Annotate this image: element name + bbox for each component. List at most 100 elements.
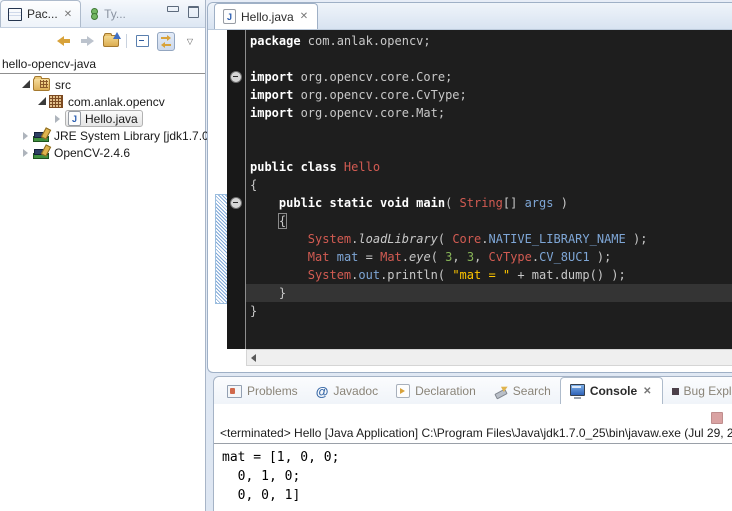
tab-bug-explorer[interactable]: Bug Explorer bbox=[663, 378, 732, 404]
terminate-button[interactable] bbox=[711, 412, 723, 424]
console-panel: Problems @ Javadoc Declaration Search Console… bbox=[213, 376, 732, 511]
back-icon bbox=[57, 36, 70, 46]
console-view: <terminated> Hello [Java Application] C:… bbox=[214, 404, 732, 511]
eclipse-workbench: Pac... ✕ Ty... bbox=[0, 0, 732, 511]
code-line[interactable] bbox=[250, 140, 732, 158]
code-area[interactable]: package com.anlak.opencv; import org.open… bbox=[246, 30, 732, 349]
code-line[interactable]: Mat mat = Mat.eye( 3, 3, CvType.CV_8UC1 … bbox=[250, 248, 732, 266]
code-line[interactable]: System.loadLibrary( Core.NATIVE_LIBRARY_… bbox=[250, 230, 732, 248]
code-line[interactable] bbox=[250, 122, 732, 140]
tab-javadoc[interactable]: @ Javadoc bbox=[307, 378, 387, 404]
collapse-all-icon bbox=[136, 35, 149, 47]
tab-label: Pac... bbox=[27, 7, 58, 21]
package-explorer-tree: src com.anlak.opencv J Hello.javaJRE System… bbox=[0, 74, 205, 161]
close-icon[interactable]: ✕ bbox=[63, 9, 73, 20]
toolbar-separator bbox=[126, 34, 127, 48]
up-icon bbox=[103, 35, 119, 47]
collapsed-arrow-icon[interactable] bbox=[50, 115, 65, 123]
tree-item[interactable]: JRE System Library [jdk1.7.0_25] bbox=[0, 127, 205, 144]
minimize-icon[interactable] bbox=[167, 6, 179, 12]
tab-label: Hello.java bbox=[241, 10, 294, 24]
view-window-buttons bbox=[167, 6, 199, 18]
code-line[interactable]: public class Hello bbox=[250, 158, 732, 176]
back-button[interactable] bbox=[54, 32, 72, 50]
package-explorer-toolbar: ▽ bbox=[0, 28, 205, 54]
editor-pane: J Hello.java ✕ package com.anlak.opencv;… bbox=[207, 2, 732, 373]
up-button[interactable] bbox=[102, 32, 120, 50]
expanded-arrow-icon[interactable] bbox=[34, 99, 49, 105]
fold-collapse-icon[interactable] bbox=[230, 197, 242, 209]
tree-item-label: com.anlak.opencv bbox=[68, 95, 165, 109]
tab-label: Javadoc bbox=[333, 384, 378, 398]
link-with-editor-button[interactable] bbox=[157, 32, 175, 50]
expanded-arrow-icon[interactable] bbox=[18, 82, 33, 88]
tab-declaration[interactable]: Declaration bbox=[387, 378, 485, 404]
view-menu-button[interactable]: ▽ bbox=[181, 32, 199, 50]
horizontal-scrollbar[interactable] bbox=[246, 349, 732, 366]
collapse-all-button[interactable] bbox=[133, 32, 151, 50]
package-explorer-icon bbox=[8, 8, 22, 21]
code-line[interactable]: System.out.println( "mat = " + mat.dump(… bbox=[250, 266, 732, 284]
left-view-tabbar: Pac... ✕ Ty... bbox=[0, 0, 205, 28]
tab-label: Ty... bbox=[104, 7, 126, 21]
code-line[interactable]: package com.anlak.opencv; bbox=[250, 32, 732, 50]
search-icon bbox=[494, 385, 508, 398]
selected-tree-item[interactable]: J Hello.java bbox=[65, 110, 143, 127]
tab-hello-java[interactable]: J Hello.java ✕ bbox=[214, 3, 318, 29]
maximize-icon[interactable] bbox=[188, 6, 199, 18]
forward-button[interactable] bbox=[78, 32, 96, 50]
tree-item[interactable]: J Hello.java bbox=[0, 110, 205, 127]
library-icon bbox=[33, 146, 49, 159]
tab-type-hierarchy[interactable]: Ty... bbox=[81, 1, 133, 27]
tab-label: Search bbox=[513, 384, 551, 398]
library-icon bbox=[33, 129, 49, 142]
tree-item-label: Hello.java bbox=[85, 112, 138, 126]
scroll-left-icon[interactable] bbox=[251, 354, 256, 362]
type-hierarchy-icon bbox=[88, 8, 99, 20]
package-explorer-panel: Pac... ✕ Ty... bbox=[0, 0, 206, 511]
collapsed-arrow-icon[interactable] bbox=[18, 149, 33, 157]
code-line[interactable]: { bbox=[250, 212, 732, 230]
square-icon bbox=[672, 388, 679, 395]
code-line[interactable]: import org.opencv.core.Mat; bbox=[250, 104, 732, 122]
console-output[interactable]: mat = [1, 0, 0; 0, 1, 0; 0, 0, 1] bbox=[214, 444, 732, 505]
console-icon bbox=[570, 384, 585, 396]
project-root-label[interactable]: hello-opencv-java bbox=[0, 54, 205, 74]
folder-icon bbox=[33, 78, 50, 91]
code-line[interactable]: } bbox=[250, 302, 732, 320]
tab-search[interactable]: Search bbox=[485, 378, 560, 404]
close-icon[interactable]: ✕ bbox=[642, 386, 652, 397]
console-status-line: <terminated> Hello [Java Application] C:… bbox=[214, 404, 732, 443]
collapsed-arrow-icon[interactable] bbox=[18, 132, 33, 140]
code-line[interactable]: import org.opencv.core.Core; bbox=[250, 68, 732, 86]
tree-item-label: JRE System Library [jdk1.7.0_25] bbox=[54, 129, 232, 143]
javadoc-icon: @ bbox=[316, 386, 329, 397]
code-line[interactable]: import org.opencv.core.CvType; bbox=[250, 86, 732, 104]
code-line[interactable]: public static void main( String[] args ) bbox=[250, 194, 732, 212]
tree-item[interactable]: OpenCV-2.4.6 bbox=[0, 144, 205, 161]
problems-icon bbox=[227, 385, 242, 398]
tab-label: Problems bbox=[247, 384, 298, 398]
tab-problems[interactable]: Problems bbox=[218, 378, 307, 404]
code-editor[interactable]: package com.anlak.opencv; import org.open… bbox=[214, 30, 732, 349]
code-line[interactable]: } bbox=[246, 284, 732, 302]
declaration-icon bbox=[396, 384, 410, 398]
tab-label: Declaration bbox=[415, 384, 476, 398]
code-line[interactable]: { bbox=[250, 176, 732, 194]
tree-item[interactable]: com.anlak.opencv bbox=[0, 93, 205, 110]
tree-item-label: OpenCV-2.4.6 bbox=[54, 146, 130, 160]
link-with-editor-icon bbox=[157, 32, 175, 51]
forward-icon bbox=[81, 36, 94, 46]
tab-console[interactable]: Console✕ bbox=[560, 377, 663, 404]
jfile-icon: J bbox=[68, 111, 81, 126]
tree-item[interactable]: src bbox=[0, 76, 205, 93]
editor-tabbar: J Hello.java ✕ bbox=[208, 3, 732, 30]
fold-collapse-icon[interactable] bbox=[230, 71, 242, 83]
range-indicator-column bbox=[214, 30, 227, 349]
tree-item-label: src bbox=[55, 78, 71, 92]
tab-label: Bug Explorer bbox=[684, 384, 732, 398]
package-icon bbox=[49, 95, 63, 108]
tab-package-explorer[interactable]: Pac... ✕ bbox=[0, 0, 81, 27]
code-line[interactable] bbox=[250, 50, 732, 68]
close-icon[interactable]: ✕ bbox=[299, 11, 309, 22]
